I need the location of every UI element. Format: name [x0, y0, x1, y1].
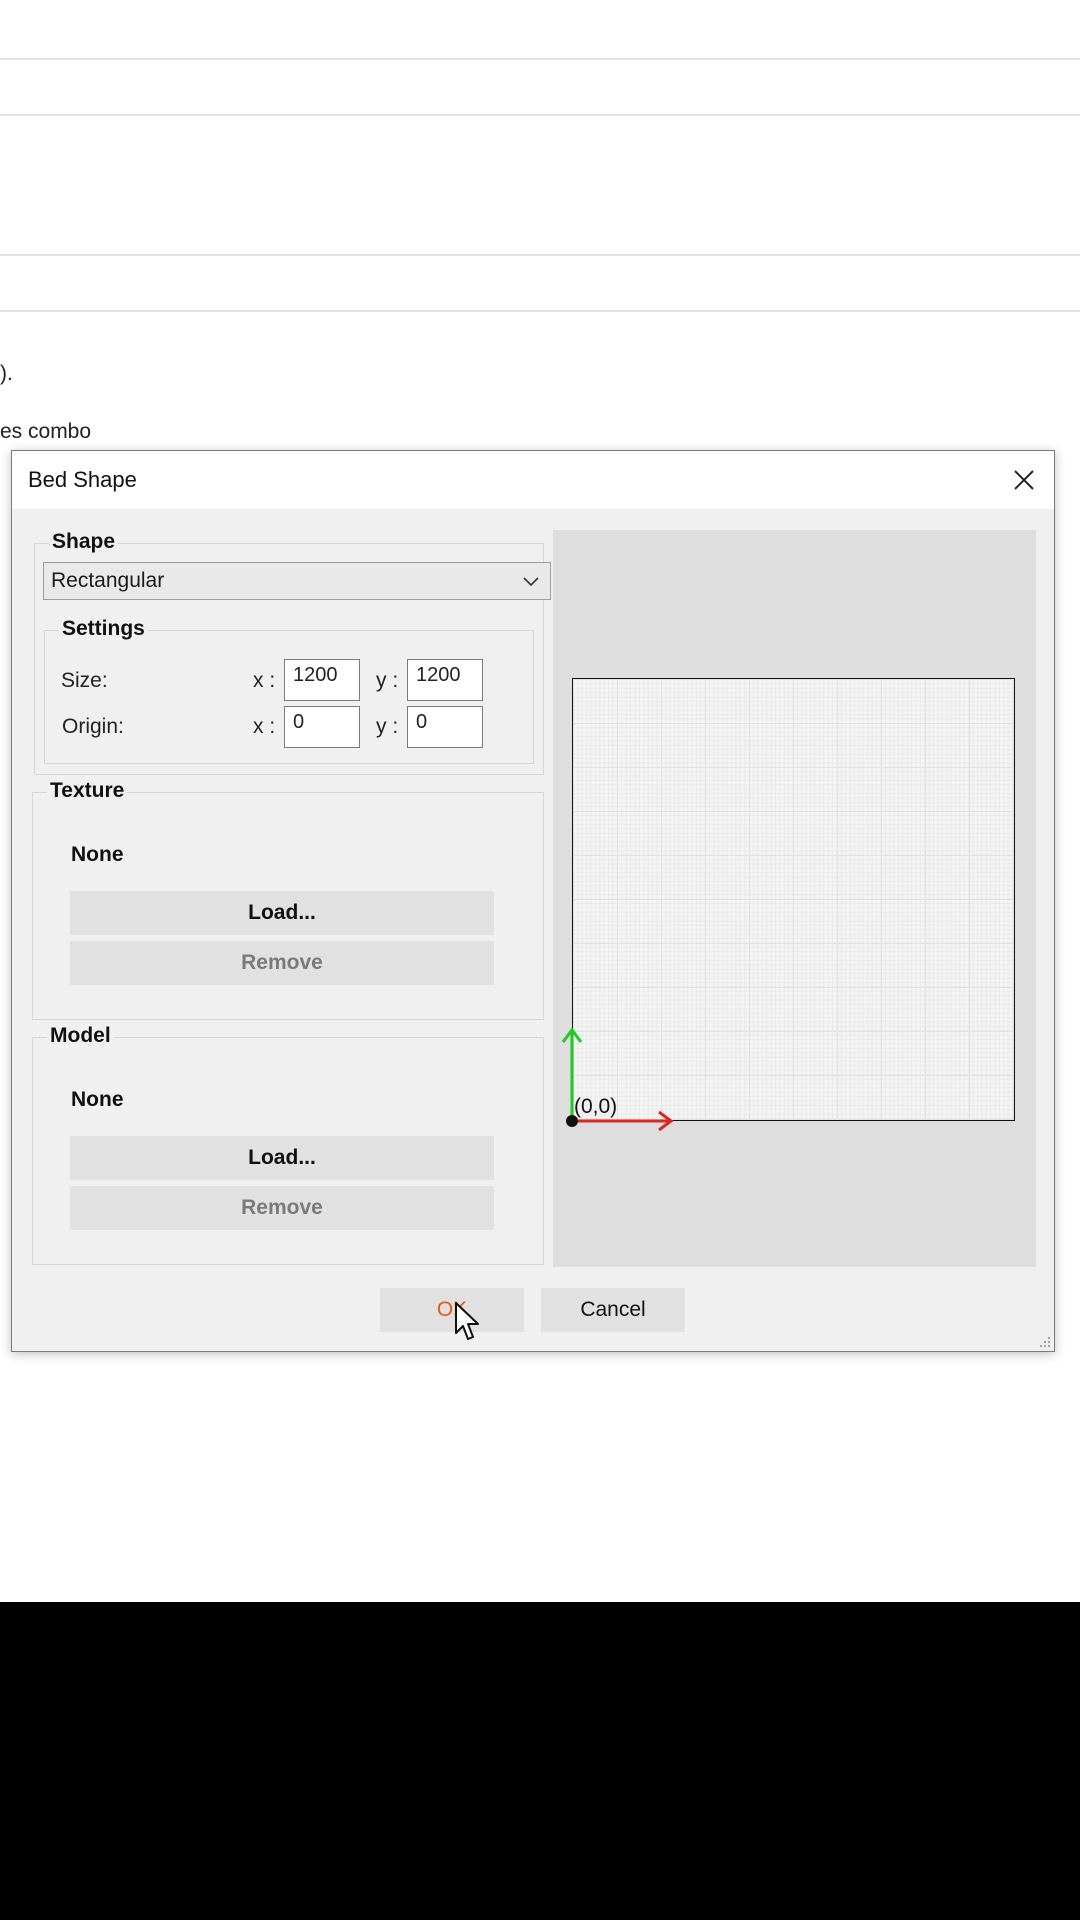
- title-bar: Bed Shape: [12, 451, 1054, 509]
- background-text: es combo: [0, 420, 92, 443]
- background-divider: [0, 114, 1080, 116]
- origin-y-label: y :: [376, 715, 399, 738]
- origin-y-input[interactable]: 0: [407, 706, 483, 748]
- dialog-title: Bed Shape: [28, 467, 137, 492]
- background-text: ).: [0, 362, 13, 385]
- mouse-cursor-icon: [455, 1302, 479, 1340]
- model-value: None: [71, 1088, 124, 1111]
- background-divider: [0, 310, 1080, 312]
- texture-value: None: [71, 843, 124, 866]
- origin-label: Origin:: [62, 715, 124, 738]
- model-group-label: Model: [47, 1024, 114, 1048]
- bed-preview: (0,0): [553, 530, 1036, 1267]
- ok-button[interactable]: OK: [380, 1288, 524, 1332]
- origin-coordinate-label: (0,0): [574, 1095, 618, 1118]
- cancel-button[interactable]: Cancel: [541, 1288, 685, 1332]
- close-icon: [1014, 470, 1034, 490]
- size-y-label: y :: [376, 669, 399, 692]
- close-button[interactable]: [994, 451, 1054, 509]
- origin-axes: [561, 1027, 674, 1132]
- origin-x-input[interactable]: 0: [284, 706, 360, 748]
- shape-group-label: Shape: [49, 530, 119, 554]
- origin-x-label: x :: [253, 715, 276, 738]
- bed-shape-dialog: Bed Shape Shape Rectangular Settings Siz…: [11, 450, 1055, 1352]
- shape-group: Shape Rectangular Settings Size: x : 120…: [34, 530, 551, 775]
- size-label: Size:: [61, 669, 108, 692]
- chevron-down-icon: [523, 577, 539, 587]
- model-group: Model None Load... Remove: [32, 1024, 544, 1265]
- background-divider: [0, 254, 1080, 256]
- shape-select[interactable]: Rectangular: [43, 562, 551, 600]
- texture-remove-button[interactable]: Remove: [70, 941, 494, 985]
- background-divider: [0, 58, 1080, 60]
- texture-load-button[interactable]: Load...: [70, 891, 494, 935]
- size-x-label: x :: [253, 669, 276, 692]
- settings-group: Settings Size: x : 1200 y : 1200 Origin:…: [44, 617, 534, 764]
- size-x-input[interactable]: 1200: [284, 659, 360, 701]
- shape-select-value: Rectangular: [51, 569, 165, 592]
- resize-grip-icon[interactable]: [1037, 1334, 1051, 1348]
- model-load-button[interactable]: Load...: [70, 1136, 494, 1180]
- model-remove-button[interactable]: Remove: [70, 1186, 494, 1230]
- black-band: [0, 1602, 1080, 1920]
- texture-group: Texture None Load... Remove: [32, 779, 544, 1020]
- texture-group-label: Texture: [47, 779, 128, 803]
- settings-group-label: Settings: [59, 617, 148, 641]
- size-y-input[interactable]: 1200: [407, 659, 483, 701]
